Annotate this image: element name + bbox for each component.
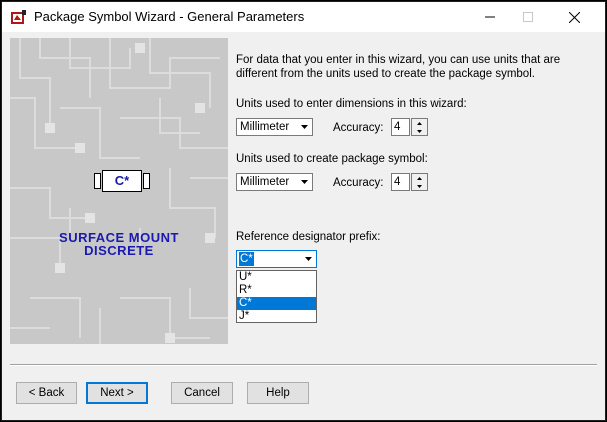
dropdown-option[interactable]: R* xyxy=(237,284,316,297)
cancel-button[interactable]: Cancel xyxy=(171,382,233,404)
dropdown-option[interactable]: J* xyxy=(237,310,316,323)
dropdown-option-highlighted[interactable]: C* xyxy=(237,297,316,310)
minimize-icon xyxy=(485,16,495,18)
spin-up-icon[interactable] xyxy=(412,119,427,127)
spin-up-icon[interactable] xyxy=(412,174,427,182)
dropdown-option[interactable]: U* xyxy=(237,271,316,284)
ref-designator-dropdown-list: U* R* C* J* xyxy=(236,270,317,323)
entry-units-select[interactable]: Millimeter xyxy=(236,118,313,136)
wizard-window: Package Symbol Wizard - General Paramete… xyxy=(1,1,606,421)
chip-pad-right xyxy=(143,173,150,189)
entry-units-value: Millimeter xyxy=(240,121,290,133)
spin-down-icon[interactable] xyxy=(412,127,427,135)
symbol-units-value: Millimeter xyxy=(240,176,290,188)
title-bar: Package Symbol Wizard - General Paramete… xyxy=(2,2,605,32)
chip-label: C* xyxy=(102,170,142,192)
description-text: For data that you enter in this wizard, … xyxy=(236,54,561,80)
symbol-units-label: Units used to create package symbol: xyxy=(236,153,428,165)
window-title: Package Symbol Wizard - General Paramete… xyxy=(34,9,305,24)
app-icon xyxy=(11,10,26,24)
entry-accuracy-input[interactable]: 4 xyxy=(391,118,410,136)
symbol-accuracy-spinner[interactable] xyxy=(411,173,428,191)
chevron-down-icon xyxy=(296,119,312,135)
close-icon xyxy=(568,11,580,23)
chevron-down-icon xyxy=(296,174,312,190)
ref-designator-select[interactable]: C* xyxy=(236,250,317,268)
package-preview-panel: C* SURFACE MOUNT DISCRETE xyxy=(10,38,228,344)
entry-accuracy-spinner[interactable] xyxy=(411,118,428,136)
package-type-line2: DISCRETE xyxy=(84,243,154,258)
close-button[interactable] xyxy=(551,2,597,32)
symbol-accuracy-input[interactable]: 4 xyxy=(391,173,410,191)
next-button[interactable]: Next > xyxy=(86,382,148,404)
help-button[interactable]: Help xyxy=(247,382,309,404)
symbol-accuracy-label: Accuracy: xyxy=(333,177,384,189)
symbol-units-select[interactable]: Millimeter xyxy=(236,173,313,191)
package-chip-graphic: C* xyxy=(94,170,150,192)
maximize-icon xyxy=(523,12,533,22)
entry-units-label: Units used to enter dimensions in this w… xyxy=(236,98,467,110)
footer-separator xyxy=(10,364,597,366)
spin-down-icon[interactable] xyxy=(412,182,427,190)
maximize-button xyxy=(505,2,551,32)
back-button[interactable]: < Back xyxy=(16,382,77,404)
ref-designator-label: Reference designator prefix: xyxy=(236,231,381,243)
entry-accuracy-label: Accuracy: xyxy=(333,122,384,134)
chip-pad-left xyxy=(94,173,101,189)
ref-designator-value: C* xyxy=(239,252,254,266)
chevron-down-icon xyxy=(300,251,316,267)
